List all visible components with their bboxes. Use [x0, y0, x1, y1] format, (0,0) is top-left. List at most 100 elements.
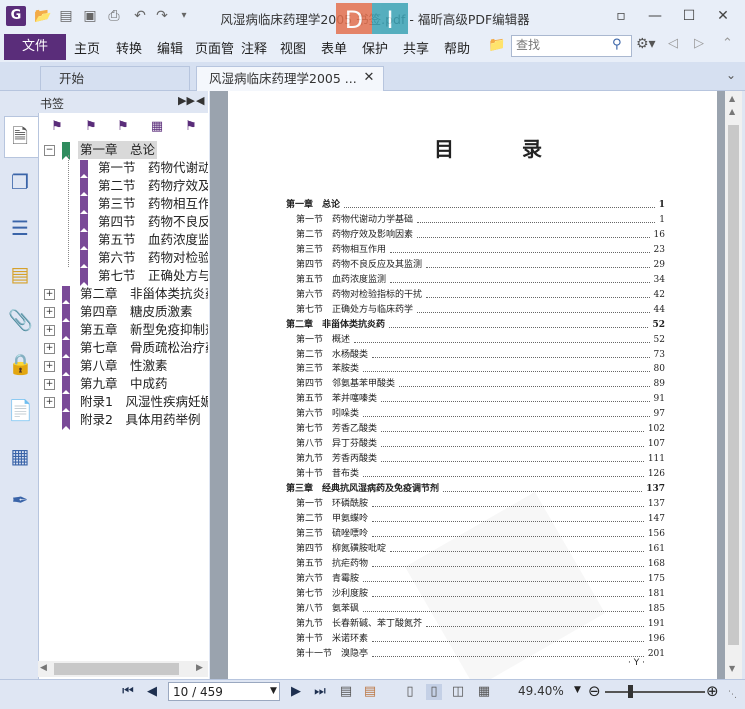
- toc-section-entry[interactable]: 第四节 柳氮磺胺吡啶 161: [296, 542, 665, 557]
- menu-convert[interactable]: 转换: [116, 38, 142, 57]
- bookmark-item[interactable]: + 第二章 非甾体类抗炎药: [40, 285, 208, 304]
- continuous-facing-view-icon[interactable]: ▦: [476, 684, 492, 700]
- close-window-button[interactable]: ✕: [712, 6, 734, 26]
- toc-chapter-entry[interactable]: 第三章 经典抗风湿病药及免疫调节剂 137: [286, 482, 665, 497]
- delete-bookmark-icon[interactable]: ⚑: [48, 118, 66, 136]
- toc-section-entry[interactable]: 第十一节 溴隐亭 201: [296, 647, 665, 662]
- search-icon[interactable]: ⚲: [612, 37, 628, 53]
- bookmark-options-icon[interactable]: ⚑: [182, 118, 200, 136]
- comments-icon[interactable]: ▤: [8, 262, 32, 286]
- print-icon[interactable]: ⎙: [106, 8, 122, 24]
- facing-view-icon[interactable]: ◫: [450, 684, 466, 700]
- bookmark-item[interactable]: 第六节 药物对检验: [40, 249, 208, 268]
- bookmark-item[interactable]: + 第九章 中成药: [40, 375, 208, 394]
- toc-section-entry[interactable]: 第三节 药物相互作用 23: [296, 243, 665, 258]
- next-page-icon[interactable]: ▶: [288, 684, 304, 700]
- zoom-level[interactable]: 49.40%: [518, 684, 564, 698]
- toc-section-entry[interactable]: 第五节 苯并噻嗪类 91: [296, 392, 665, 407]
- collapse-toggle-icon[interactable]: −: [44, 145, 55, 156]
- previous-view-icon[interactable]: ▤: [338, 684, 354, 700]
- app-logo-icon[interactable]: G: [6, 6, 26, 26]
- menu-protect[interactable]: 保护: [362, 38, 388, 57]
- bookmark-item[interactable]: 第二节 药物疗效及: [40, 177, 208, 196]
- expand-toggle-icon[interactable]: +: [44, 343, 55, 354]
- toc-section-entry[interactable]: 第七节 芳香乙酸类 102: [296, 422, 665, 437]
- toc-chapter-entry[interactable]: 第一章 总论 1: [286, 198, 665, 213]
- layers-pages-icon[interactable]: ❐: [8, 170, 32, 194]
- toc-section-entry[interactable]: 第十节 昔布类 126: [296, 467, 665, 482]
- expand-toggle-icon[interactable]: +: [44, 379, 55, 390]
- bookmark-item[interactable]: − 第一章 总论: [40, 141, 208, 160]
- bookmark-from-page-icon[interactable]: ▦: [148, 118, 166, 136]
- bookmark-item[interactable]: + 第四章 糖皮质激素: [40, 303, 208, 322]
- scroll-top-icon[interactable]: ▲: [729, 107, 735, 116]
- menu-form[interactable]: 表单: [321, 38, 347, 57]
- toc-chapter-entry[interactable]: 第二章 非甾体类抗炎药 52: [286, 318, 665, 333]
- bookmark-item[interactable]: 第七节 正确处方与: [40, 267, 208, 286]
- undo-icon[interactable]: ↶: [132, 8, 148, 24]
- next-result-icon[interactable]: ▷: [694, 36, 708, 51]
- zoom-in-icon[interactable]: ⊕: [706, 682, 719, 700]
- continuous-view-icon[interactable]: ▯: [426, 684, 442, 700]
- toc-section-entry[interactable]: 第六节 药物对检验指标的干扰 42: [296, 288, 665, 303]
- document-properties-icon[interactable]: 📄: [8, 398, 33, 422]
- previous-result-icon[interactable]: ◁: [668, 36, 682, 51]
- toc-section-entry[interactable]: 第八节 氨苯砜 185: [296, 602, 665, 617]
- bookmark-item[interactable]: 第五节 血药浓度监: [40, 231, 208, 250]
- minimize-button[interactable]: —: [644, 6, 666, 26]
- toc-section-entry[interactable]: 第十节 米诺环素 196: [296, 632, 665, 647]
- tab-close-icon[interactable]: ✕: [362, 71, 376, 85]
- toc-section-entry[interactable]: 第九节 芳香丙酸类 111: [296, 452, 665, 467]
- bookmark-item[interactable]: + 第七章 骨质疏松治疗药: [40, 339, 208, 358]
- tab-document[interactable]: 风湿病临床药理学2005 ...: [196, 66, 384, 91]
- document-scroll-thumb[interactable]: [728, 125, 739, 645]
- menu-page-manage[interactable]: 页面管: [195, 38, 239, 57]
- search-input[interactable]: [512, 36, 615, 54]
- toc-section-entry[interactable]: 第五节 抗疟药物 168: [296, 557, 665, 572]
- zoom-out-icon[interactable]: ⊖: [588, 682, 601, 700]
- toc-section-entry[interactable]: 第二节 药物疗效及影响因素 16: [296, 228, 665, 243]
- page-dropdown-icon[interactable]: ▼: [270, 686, 277, 696]
- toc-section-entry[interactable]: 第二节 甲氨蝶呤 147: [296, 512, 665, 527]
- toc-section-entry[interactable]: 第一节 环磷酰胺 137: [296, 497, 665, 512]
- scroll-up-icon[interactable]: ▲: [729, 94, 735, 103]
- toc-section-entry[interactable]: 第二节 水杨酸类 73: [296, 348, 665, 363]
- toc-section-entry[interactable]: 第八节 异丁芬酸类 107: [296, 437, 665, 452]
- toc-section-entry[interactable]: 第六节 青霉胺 175: [296, 572, 665, 587]
- toc-section-entry[interactable]: 第四节 邻氨基苯甲酸类 89: [296, 377, 665, 392]
- single-page-view-icon[interactable]: ▯: [402, 684, 418, 700]
- menu-share[interactable]: 共享: [403, 38, 429, 57]
- restore-ribbon-icon[interactable]: ▫: [610, 6, 632, 26]
- toc-section-entry[interactable]: 第九节 长春新碱、苯丁酸氮芥 191: [296, 617, 665, 632]
- toc-section-entry[interactable]: 第六节 吲哚类 97: [296, 407, 665, 422]
- add-child-bookmark-icon[interactable]: ⚑: [114, 118, 132, 136]
- zoom-slider-thumb[interactable]: [628, 685, 633, 698]
- expand-panel-icon[interactable]: ▶▶: [178, 94, 195, 107]
- tab-list-chevron-icon[interactable]: ⌄: [726, 68, 740, 82]
- bookmark-item[interactable]: + 第八章 性激素: [40, 357, 208, 376]
- toc-section-entry[interactable]: 第一节 药物代谢动力学基础 1: [296, 213, 665, 228]
- menu-edit[interactable]: 编辑: [157, 38, 183, 57]
- resize-grip-icon[interactable]: ⋱: [728, 690, 737, 700]
- toc-section-entry[interactable]: 第三节 硫唑嘌呤 156: [296, 527, 665, 542]
- page-number-field[interactable]: 10 / 459: [168, 682, 280, 701]
- expand-toggle-icon[interactable]: +: [44, 307, 55, 318]
- bookmark-item[interactable]: + 附录1 风湿性疾病妊娠期: [40, 393, 208, 412]
- menu-comment[interactable]: 注释: [241, 38, 267, 57]
- attachments-icon[interactable]: 📎: [8, 308, 33, 332]
- signature-icon[interactable]: ✒: [8, 488, 32, 512]
- menu-view[interactable]: 视图: [280, 38, 306, 57]
- zoom-dropdown-icon[interactable]: ▼: [574, 685, 581, 695]
- expand-toggle-icon[interactable]: +: [44, 325, 55, 336]
- bookmark-item[interactable]: 附录2 具体用药举例: [40, 411, 208, 430]
- next-view-icon[interactable]: ▤: [362, 684, 378, 700]
- form-fields-icon[interactable]: ▦: [8, 444, 32, 468]
- bookmark-scroll-thumb[interactable]: [54, 663, 179, 675]
- open-folder-icon[interactable]: 📂: [34, 8, 51, 24]
- toc-section-entry[interactable]: 第四节 药物不良反应及其监测 29: [296, 258, 665, 273]
- menu-help[interactable]: 帮助: [444, 38, 470, 57]
- zoom-slider[interactable]: [605, 691, 705, 693]
- bookmark-item[interactable]: 第三节 药物相互作: [40, 195, 208, 214]
- bookmark-item[interactable]: 第一节 药物代谢动: [40, 159, 208, 178]
- bookmark-item[interactable]: + 第五章 新型免疫抑制剂: [40, 321, 208, 340]
